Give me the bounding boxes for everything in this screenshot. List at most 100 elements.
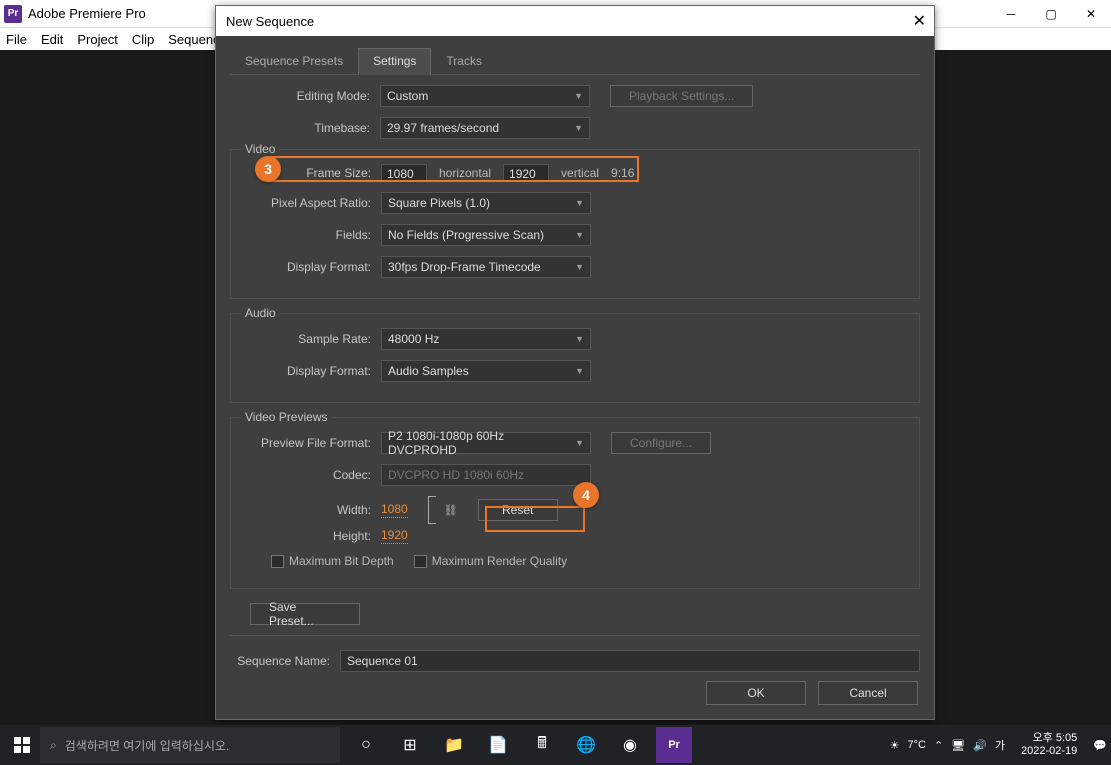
configure-button[interactable]: Configure... <box>611 432 711 454</box>
weather-icon[interactable]: ☀ <box>890 739 900 752</box>
menu-clip[interactable]: Clip <box>132 32 154 47</box>
dialog-close-icon[interactable]: ✕ <box>913 11 926 31</box>
vdf-select[interactable]: 30fps Drop-Frame Timecode ▼ <box>381 256 591 278</box>
fields-value: No Fields (Progressive Scan) <box>388 228 544 242</box>
ime-icon[interactable]: 가 <box>995 737 1005 753</box>
fields-select[interactable]: No Fields (Progressive Scan) ▼ <box>381 224 591 246</box>
reset-button[interactable]: Reset <box>478 499 558 521</box>
video-legend: Video <box>241 142 279 156</box>
dialog-title: New Sequence <box>226 14 314 29</box>
frame-width-input[interactable]: 1080 <box>381 164 427 182</box>
maximize-button[interactable]: ▢ <box>1031 0 1071 28</box>
tray-chevron-icon[interactable]: ⌃ <box>934 739 943 752</box>
save-preset-button[interactable]: Save Preset... <box>250 603 360 625</box>
chevron-down-icon: ▼ <box>574 123 583 133</box>
search-placeholder: 검색하려면 여기에 입력하십시오. <box>65 737 230 754</box>
menu-project[interactable]: Project <box>77 32 117 47</box>
taskbar-clock[interactable]: 오후 5:05 2022-02-19 <box>1013 732 1085 758</box>
premiere-icon: Pr <box>4 5 22 23</box>
chevron-down-icon: ▼ <box>574 91 583 101</box>
dialog-footer: OK Cancel <box>706 681 918 705</box>
par-select[interactable]: Square Pixels (1.0) ▼ <box>381 192 591 214</box>
par-label: Pixel Aspect Ratio: <box>231 196 381 210</box>
menu-file[interactable]: File <box>6 32 27 47</box>
horizontal-label: horizontal <box>439 166 491 180</box>
codec-select: DVCPRO HD 1080i 60Hz <box>381 464 591 486</box>
clock-time: 오후 5:05 <box>1021 732 1077 745</box>
calc-icon[interactable]: 🖩 <box>524 727 560 763</box>
width-input[interactable]: 1080 <box>381 502 408 518</box>
sample-rate-label: Sample Rate: <box>231 332 381 346</box>
timebase-value: 29.97 frames/second <box>387 121 499 135</box>
new-sequence-dialog: New Sequence ✕ Sequence Presets Settings… <box>215 5 935 720</box>
cortana-icon[interactable]: ○ <box>348 727 384 763</box>
taskbar: ⌕ 검색하려면 여기에 입력하십시오. ○ ⊞ 📁 📄 🖩 🌐 ◉ Pr ☀ 7… <box>0 725 1111 765</box>
vdf-value: 30fps Drop-Frame Timecode <box>388 260 541 274</box>
preview-format-label: Preview File Format: <box>231 436 381 450</box>
edge-icon[interactable]: 🌐 <box>568 727 604 763</box>
timebase-label: Timebase: <box>230 121 380 135</box>
dialog-titlebar[interactable]: New Sequence ✕ <box>216 6 934 36</box>
vertical-label: vertical <box>561 166 599 180</box>
network-icon[interactable]: 🖥 <box>951 739 965 752</box>
width-label: Width: <box>231 503 381 517</box>
minimize-button[interactable]: ─ <box>991 0 1031 28</box>
dialog-tabs: Sequence Presets Settings Tracks <box>230 48 920 75</box>
speaker-icon[interactable]: 🔊 <box>973 739 987 752</box>
max-render-quality-label: Maximum Render Quality <box>432 554 567 568</box>
window-controls: ─ ▢ ✕ <box>991 0 1111 28</box>
taskview-icon[interactable]: ⊞ <box>392 727 428 763</box>
taskbar-search[interactable]: ⌕ 검색하려면 여기에 입력하십시오. <box>40 727 340 763</box>
playback-settings-button[interactable]: Playback Settings... <box>610 85 753 107</box>
par-value: Square Pixels (1.0) <box>388 196 490 210</box>
link-icon[interactable] <box>428 496 436 524</box>
dialog-body: Sequence Presets Settings Tracks Editing… <box>216 36 934 719</box>
fields-label: Fields: <box>231 228 381 242</box>
video-fieldset: Video Frame Size: 1080 horizontal 1920 v… <box>230 149 920 299</box>
chevron-down-icon: ▼ <box>575 262 584 272</box>
chevron-down-icon: ▼ <box>575 438 584 448</box>
ok-button[interactable]: OK <box>706 681 806 705</box>
sequence-name-label: Sequence Name: <box>230 654 340 668</box>
audio-fieldset: Audio Sample Rate: 48000 Hz ▼ Display Fo… <box>230 313 920 403</box>
menu-edit[interactable]: Edit <box>41 32 63 47</box>
frame-height-input[interactable]: 1920 <box>503 164 549 182</box>
max-bit-depth-label: Maximum Bit Depth <box>289 554 394 568</box>
close-button[interactable]: ✕ <box>1071 0 1111 28</box>
chevron-down-icon: ▼ <box>575 366 584 376</box>
preview-format-value: P2 1080i-1080p 60Hz DVCPROHD <box>388 429 575 457</box>
sequence-name-input[interactable]: Sequence 01 <box>340 650 920 672</box>
clock-date: 2022-02-19 <box>1021 745 1077 758</box>
chain-icon[interactable]: ⛓ <box>444 504 458 517</box>
editing-mode-select[interactable]: Custom ▼ <box>380 85 590 107</box>
notifications-icon[interactable]: 💬 <box>1093 739 1107 752</box>
sample-rate-value: 48000 Hz <box>388 332 439 346</box>
previews-fieldset: Video Previews Preview File Format: P2 1… <box>230 417 920 589</box>
start-button[interactable] <box>4 727 40 763</box>
tab-settings[interactable]: Settings <box>358 48 431 75</box>
previews-legend: Video Previews <box>241 410 332 424</box>
adf-select[interactable]: Audio Samples ▼ <box>381 360 591 382</box>
max-render-quality-checkbox[interactable] <box>414 555 427 568</box>
frame-size-label: Frame Size: <box>231 166 381 180</box>
preview-format-select[interactable]: P2 1080i-1080p 60Hz DVCPROHD ▼ <box>381 432 591 454</box>
tab-tracks[interactable]: Tracks <box>431 48 497 74</box>
codec-label: Codec: <box>231 468 381 482</box>
codec-value: DVCPRO HD 1080i 60Hz <box>388 468 524 482</box>
adf-label: Display Format: <box>231 364 381 378</box>
weather-temp: 7°C <box>908 739 926 751</box>
timebase-select[interactable]: 29.97 frames/second ▼ <box>380 117 590 139</box>
cancel-button[interactable]: Cancel <box>818 681 918 705</box>
tab-sequence-presets[interactable]: Sequence Presets <box>230 48 358 74</box>
sample-rate-select[interactable]: 48000 Hz ▼ <box>381 328 591 350</box>
max-bit-depth-checkbox[interactable] <box>271 555 284 568</box>
taskbar-tray: ☀ 7°C ⌃ 🖥 🔊 가 오후 5:05 2022-02-19 💬 <box>890 732 1107 758</box>
explorer-icon[interactable]: 📁 <box>436 727 472 763</box>
premiere-taskbar-icon[interactable]: Pr <box>656 727 692 763</box>
chrome-icon[interactable]: ◉ <box>612 727 648 763</box>
height-input[interactable]: 1920 <box>381 528 408 544</box>
notepad-icon[interactable]: 📄 <box>480 727 516 763</box>
annotation-badge-4: 4 <box>573 482 599 508</box>
taskbar-apps: ○ ⊞ 📁 📄 🖩 🌐 ◉ Pr <box>348 727 692 763</box>
height-label: Height: <box>231 529 381 543</box>
